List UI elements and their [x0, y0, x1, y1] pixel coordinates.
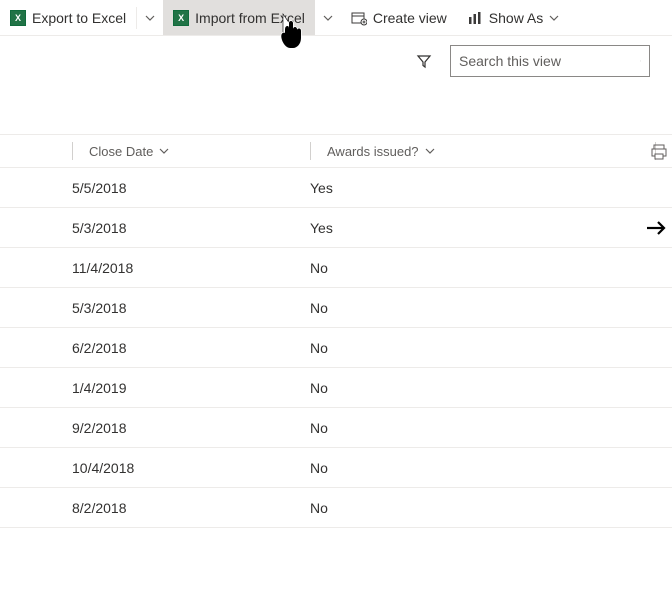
table-row[interactable]: 5/3/2018Yes — [0, 208, 672, 248]
table-row[interactable]: 5/5/2018Yes — [0, 168, 672, 208]
column-header-awards[interactable]: Awards issued? — [310, 135, 548, 167]
cell-awards: Yes — [310, 220, 548, 236]
table-row[interactable]: 9/2/2018No — [0, 408, 672, 448]
cell-awards: No — [310, 260, 548, 276]
cell-close-date: 8/2/2018 — [72, 500, 310, 516]
table-row[interactable]: 6/2/2018No — [0, 328, 672, 368]
table-row[interactable]: 10/4/2018No — [0, 448, 672, 488]
cell-awards: No — [310, 300, 548, 316]
excel-icon — [10, 10, 26, 26]
grid-body: 5/5/2018Yes5/3/2018Yes11/4/2018No5/3/201… — [0, 168, 672, 528]
data-grid: Close Date Awards issued? 5/5/2018Yes5/3… — [0, 134, 672, 528]
create-view-icon — [351, 10, 367, 26]
cell-awards: No — [310, 500, 548, 516]
cell-close-date: 5/3/2018 — [72, 220, 310, 236]
table-row[interactable]: 1/4/2019No — [0, 368, 672, 408]
export-label: Export to Excel — [32, 10, 126, 26]
table-row[interactable]: 8/2/2018No — [0, 488, 672, 528]
filter-button[interactable] — [410, 47, 438, 75]
chevron-down-icon — [323, 13, 333, 23]
cell-awards: Yes — [310, 180, 548, 196]
chevron-down-icon — [159, 146, 169, 156]
row-open-arrow[interactable] — [646, 220, 666, 236]
toolbar: Export to Excel Import from Excel Create… — [0, 0, 672, 36]
cell-close-date: 1/4/2019 — [72, 380, 310, 396]
import-chevron[interactable] — [315, 0, 341, 35]
import-label: Import from Excel — [195, 10, 305, 26]
subbar — [0, 36, 672, 86]
show-as-button[interactable]: Show As — [457, 0, 569, 35]
create-view-label: Create view — [373, 10, 447, 26]
chevron-down-icon — [425, 146, 435, 156]
excel-icon — [173, 10, 189, 26]
awards-label: Awards issued? — [327, 144, 419, 159]
search-input[interactable] — [459, 53, 640, 69]
cell-awards: No — [310, 420, 548, 436]
export-chevron[interactable] — [137, 0, 163, 35]
column-divider — [72, 142, 73, 160]
cell-close-date: 5/3/2018 — [72, 300, 310, 316]
chevron-down-icon — [145, 13, 155, 23]
create-view-button[interactable]: Create view — [341, 0, 457, 35]
cell-close-date: 5/5/2018 — [72, 180, 310, 196]
cell-awards: No — [310, 340, 548, 356]
cell-close-date: 10/4/2018 — [72, 460, 310, 476]
import-from-excel-button[interactable]: Import from Excel — [163, 0, 315, 35]
spacer — [0, 135, 72, 167]
cell-close-date: 9/2/2018 — [72, 420, 310, 436]
table-row[interactable]: 5/3/2018No — [0, 288, 672, 328]
close-date-label: Close Date — [89, 144, 153, 159]
search-box[interactable] — [450, 45, 650, 77]
arrow-right-icon — [646, 220, 666, 236]
print-icon[interactable] — [650, 143, 668, 161]
table-row[interactable]: 11/4/2018No — [0, 248, 672, 288]
grid-header: Close Date Awards issued? — [0, 134, 672, 168]
export-to-excel-button[interactable]: Export to Excel — [0, 0, 136, 35]
cell-close-date: 6/2/2018 — [72, 340, 310, 356]
column-header-close-date[interactable]: Close Date — [72, 135, 310, 167]
cell-awards: No — [310, 380, 548, 396]
cell-close-date: 11/4/2018 — [72, 260, 310, 276]
search-icon — [640, 53, 641, 69]
show-as-icon — [467, 10, 483, 26]
funnel-icon — [416, 53, 432, 69]
column-divider — [310, 142, 311, 160]
chevron-down-icon — [549, 13, 559, 23]
cell-awards: No — [310, 460, 548, 476]
show-as-label: Show As — [489, 10, 543, 26]
